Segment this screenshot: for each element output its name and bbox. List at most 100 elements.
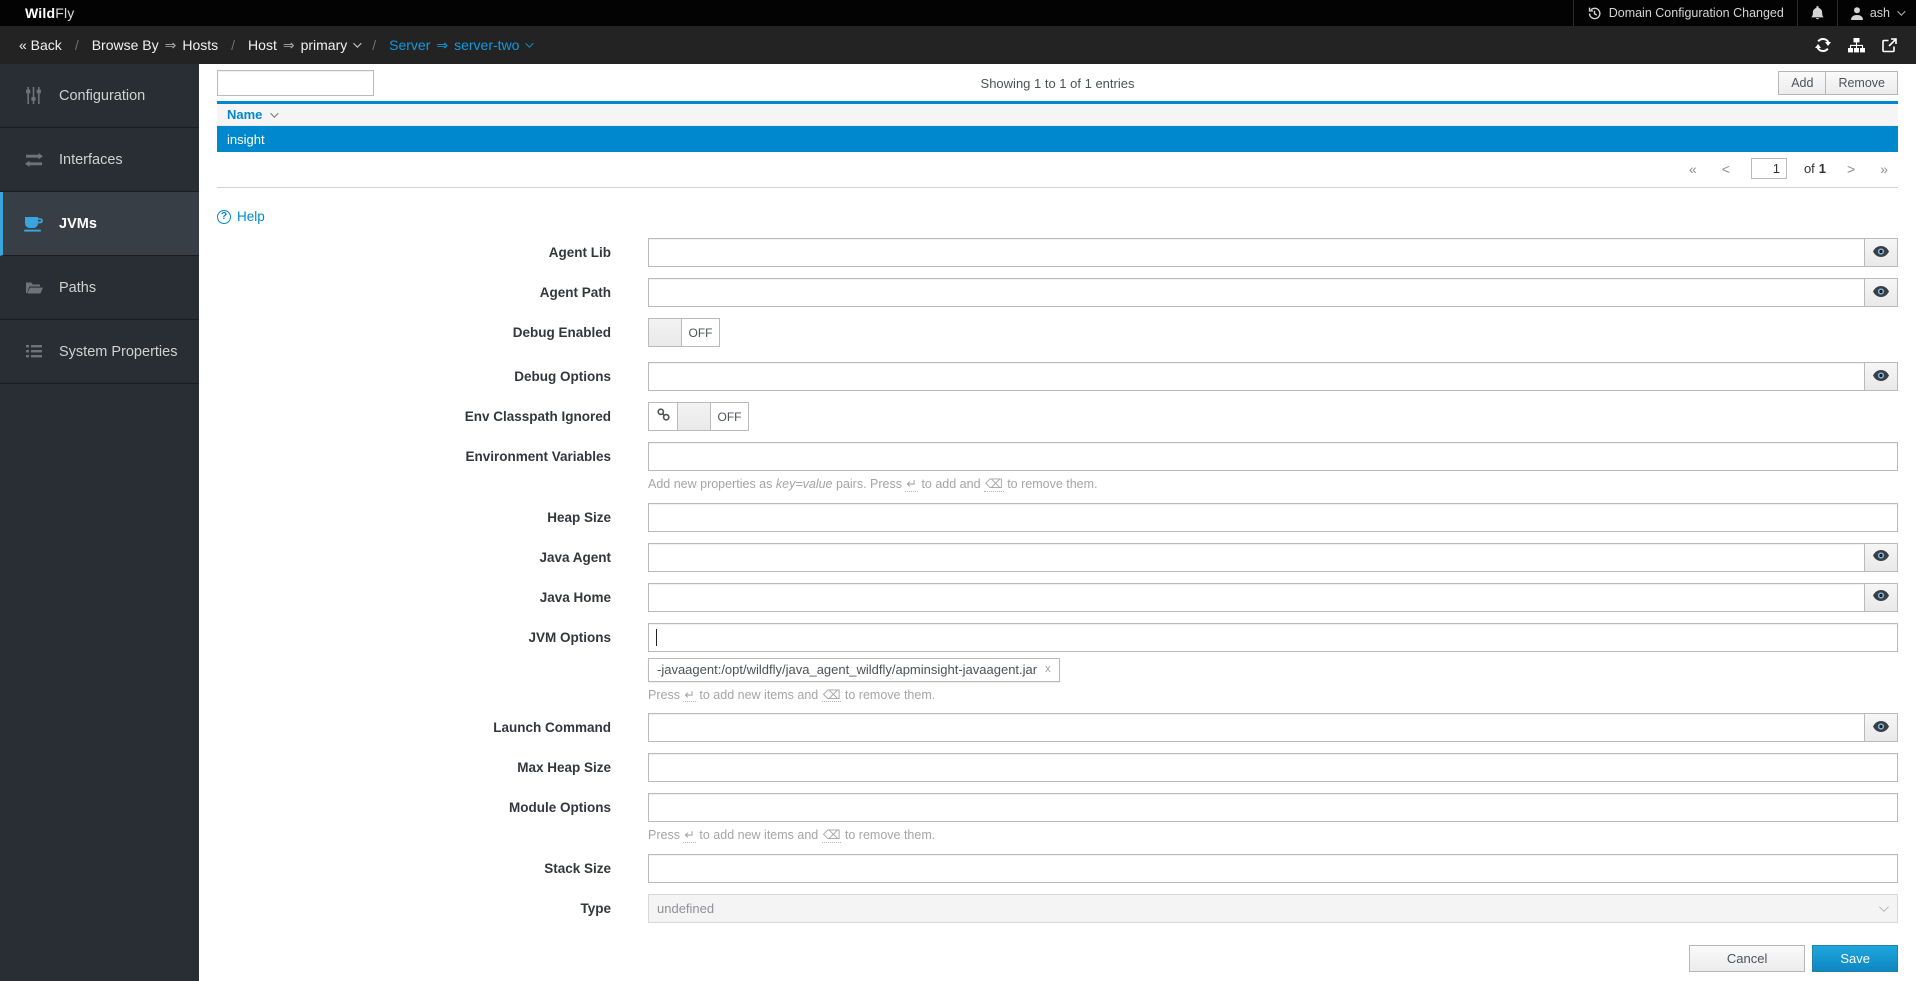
exchange-icon bbox=[23, 153, 44, 167]
add-button[interactable]: Add bbox=[1778, 71, 1826, 95]
chevron-down-icon bbox=[1897, 7, 1905, 15]
field-label-heap-size: Heap Size bbox=[217, 503, 611, 525]
sidebar-item-jvms[interactable]: JVMs bbox=[0, 192, 199, 256]
top-navbar: WildFly Domain Configuration Changed bbox=[0, 0, 1916, 26]
page-number-input[interactable] bbox=[1751, 158, 1787, 179]
user-icon bbox=[1851, 7, 1863, 20]
resolve-expression-button[interactable] bbox=[1864, 713, 1898, 742]
sidebar-item-paths[interactable]: Paths bbox=[0, 256, 199, 320]
pagination-first-button[interactable]: « bbox=[1685, 161, 1701, 177]
eye-icon bbox=[1873, 588, 1889, 606]
remove-tag-button[interactable]: x bbox=[1045, 663, 1051, 675]
env-classpath-ignored-toggle[interactable]: OFF bbox=[648, 402, 749, 431]
history-icon bbox=[1587, 6, 1602, 21]
sidebar-item-interfaces[interactable]: Interfaces bbox=[0, 128, 199, 192]
eye-icon bbox=[1873, 719, 1889, 737]
agent-lib-input[interactable] bbox=[648, 238, 1864, 267]
toggle-handle bbox=[678, 403, 711, 430]
breadcrumb: « Back / Browse By ⇒ Hosts / Host ⇒ prim… bbox=[0, 26, 1916, 64]
java-home-input[interactable] bbox=[648, 583, 1864, 612]
field-label-java-home: Java Home bbox=[217, 583, 611, 605]
list-icon bbox=[23, 345, 44, 358]
resolve-expression-button[interactable] bbox=[1864, 238, 1898, 267]
sidebar-item-label: Configuration bbox=[59, 88, 145, 104]
form-actions: Cancel Save bbox=[1689, 945, 1898, 972]
sidebar-item-label: JVMs bbox=[59, 216, 97, 232]
resolve-expression-button[interactable] bbox=[1864, 278, 1898, 307]
eye-icon bbox=[1873, 244, 1889, 262]
table-header: Name bbox=[217, 101, 1898, 126]
type-select-value: undefined bbox=[657, 901, 714, 916]
launch-command-input[interactable] bbox=[648, 713, 1864, 742]
search-input[interactable] bbox=[217, 70, 374, 96]
save-button[interactable]: Save bbox=[1812, 945, 1898, 972]
field-label-stack-size: Stack Size bbox=[217, 854, 611, 876]
breadcrumb-separator: / bbox=[231, 37, 235, 53]
row-name-cell: insight bbox=[227, 132, 265, 147]
help-link[interactable]: ? Help bbox=[217, 209, 265, 224]
table-row[interactable]: insight bbox=[217, 126, 1898, 152]
jvm-options-help: Press ↵ to add new items and ⌫ to remove… bbox=[648, 688, 1898, 703]
breadcrumb-separator: / bbox=[75, 37, 79, 53]
bell-icon bbox=[1811, 6, 1824, 20]
max-heap-size-input[interactable] bbox=[648, 753, 1898, 782]
user-menu[interactable]: ash bbox=[1837, 0, 1916, 26]
backspace-key-icon: ⌫ bbox=[984, 478, 1004, 492]
resolve-expression-button[interactable] bbox=[1864, 543, 1898, 572]
sidebar-item-label: Paths bbox=[59, 280, 96, 296]
stack-size-input[interactable] bbox=[648, 854, 1898, 883]
arrow-icon: ⇒ bbox=[165, 37, 177, 54]
toggle-state-label: OFF bbox=[711, 403, 748, 430]
backspace-key-icon: ⌫ bbox=[822, 829, 842, 843]
breadcrumb-browse-by-hosts[interactable]: Browse By ⇒ Hosts bbox=[92, 37, 218, 54]
topology-icon[interactable] bbox=[1848, 38, 1865, 53]
jvm-options-input[interactable] bbox=[648, 623, 1898, 652]
java-agent-input[interactable] bbox=[648, 543, 1864, 572]
sort-down-icon bbox=[271, 109, 279, 117]
field-label-module-options: Module Options bbox=[217, 793, 611, 815]
agent-path-input[interactable] bbox=[648, 278, 1864, 307]
domain-configuration-changed-link[interactable]: Domain Configuration Changed bbox=[1573, 0, 1797, 26]
field-label-debug-options: Debug Options bbox=[217, 362, 611, 384]
type-select[interactable]: undefined bbox=[648, 894, 1898, 923]
breadcrumb-host-primary[interactable]: Host ⇒ primary bbox=[248, 37, 359, 54]
environment-variables-input[interactable] bbox=[648, 442, 1898, 471]
resolve-expression-button[interactable] bbox=[1864, 583, 1898, 612]
resolve-expression-button[interactable] bbox=[1864, 362, 1898, 391]
sidebar: Configuration Interfaces JVMs bbox=[0, 64, 199, 981]
coffee-cup-icon bbox=[23, 216, 44, 232]
module-options-input[interactable] bbox=[648, 793, 1898, 822]
field-label-debug-enabled: Debug Enabled bbox=[217, 318, 611, 340]
cancel-button[interactable]: Cancel bbox=[1689, 945, 1805, 972]
back-button[interactable]: « Back bbox=[19, 37, 62, 53]
pagination-next-button[interactable]: > bbox=[1843, 161, 1859, 177]
environment-variables-help: Add new properties as key=value pairs. P… bbox=[648, 477, 1898, 492]
debug-options-input[interactable] bbox=[648, 362, 1864, 391]
notifications-button[interactable] bbox=[1797, 0, 1837, 26]
external-link-icon[interactable] bbox=[1882, 38, 1897, 53]
column-header-name[interactable]: Name bbox=[227, 107, 276, 122]
expression-link-button[interactable] bbox=[649, 403, 678, 430]
jvm-attributes-form: Agent Lib Agent Path bbox=[217, 238, 1898, 923]
backspace-key-icon: ⌫ bbox=[822, 689, 842, 703]
field-label-java-agent: Java Agent bbox=[217, 543, 611, 565]
pagination-last-button[interactable]: » bbox=[1876, 161, 1892, 177]
debug-enabled-toggle[interactable]: OFF bbox=[648, 318, 720, 347]
domain-status-label: Domain Configuration Changed bbox=[1609, 6, 1784, 20]
sidebar-item-system-properties[interactable]: System Properties bbox=[0, 320, 199, 384]
eye-icon bbox=[1873, 368, 1889, 386]
arrow-icon: ⇒ bbox=[283, 37, 295, 54]
module-options-help: Press ↵ to add new items and ⌫ to remove… bbox=[648, 828, 1898, 843]
remove-button[interactable]: Remove bbox=[1825, 71, 1898, 95]
help-icon: ? bbox=[217, 210, 231, 224]
field-label-agent-path: Agent Path bbox=[217, 278, 611, 300]
sidebar-item-configuration[interactable]: Configuration bbox=[0, 64, 199, 128]
text-cursor bbox=[656, 629, 657, 646]
breadcrumb-server-server-two[interactable]: Server ⇒ server-two bbox=[389, 37, 531, 54]
pagination-prev-button[interactable]: < bbox=[1718, 161, 1734, 177]
eye-icon bbox=[1873, 284, 1889, 302]
refresh-icon[interactable] bbox=[1815, 37, 1831, 53]
toggle-state-label: OFF bbox=[682, 319, 719, 346]
wildfly-logo[interactable]: WildFly bbox=[25, 5, 75, 21]
heap-size-input[interactable] bbox=[648, 503, 1898, 532]
